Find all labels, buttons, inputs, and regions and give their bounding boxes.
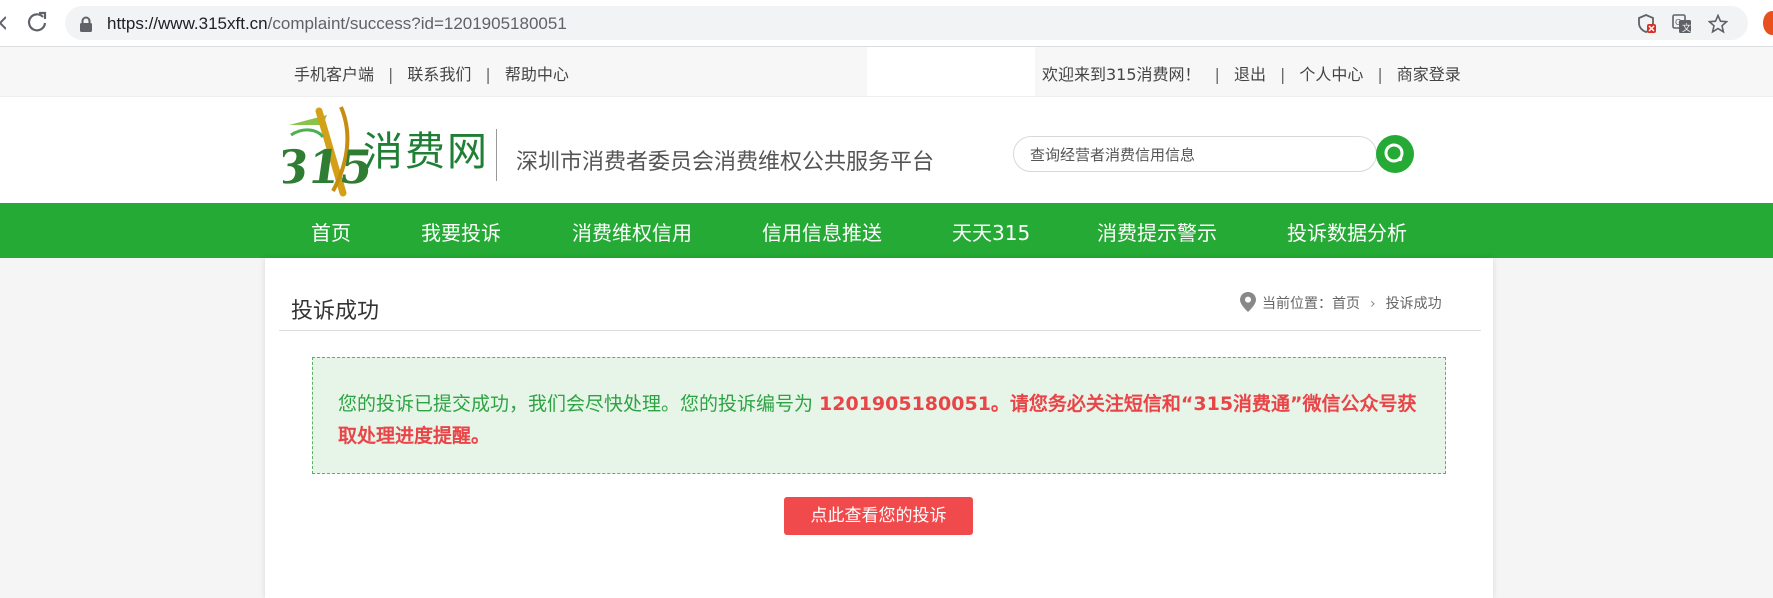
separator: | (1279, 65, 1286, 84)
topbar-right-links: 欢迎来到315消费网！ | 退出 | 个人中心 | 商家登录 (1042, 61, 1461, 85)
profile-avatar-icon[interactable] (1763, 11, 1773, 35)
shield-blocked-icon[interactable] (1637, 14, 1657, 34)
nav-item-warnings[interactable]: 消费提示警示 (1097, 217, 1217, 246)
page-title: 投诉成功 (291, 299, 380, 324)
search-box (1013, 136, 1377, 173)
star-icon[interactable] (1707, 13, 1729, 34)
browser-toolbar: https://www.315xft.cn/complaint/success?… (0, 0, 1773, 47)
separator: | (1377, 65, 1383, 84)
link-merchant-login[interactable]: 商家登录 (1397, 65, 1461, 84)
translate-icon[interactable]: 文 G (1672, 14, 1692, 34)
title-divider (279, 330, 1481, 331)
topbar-gap (867, 47, 1035, 96)
site-slogan: 深圳市消费者委员会消费维权公共服务平台 (516, 150, 935, 175)
nav-item-daily-315[interactable]: 天天315 (952, 217, 1030, 246)
search-icon (1384, 143, 1404, 163)
location-pin-icon (1240, 292, 1256, 316)
link-contact-us[interactable]: 联系我们 (407, 65, 471, 84)
nav-item-data-analysis[interactable]: 投诉数据分析 (1287, 217, 1407, 246)
header-divider (496, 129, 497, 181)
notice-message: 您的投诉已提交成功，我们会尽快处理。您的投诉编号为 1201905180051。… (338, 388, 1428, 452)
search-input[interactable] (1028, 137, 1332, 173)
logo-text: 消费网 (363, 129, 489, 175)
separator: | (1214, 65, 1220, 84)
breadcrumb-home[interactable]: 首页 (1332, 296, 1360, 312)
url-host: https://www.315xft.cn (107, 14, 268, 33)
link-mobile-client[interactable]: 手机客户端 (294, 65, 374, 84)
link-help-center[interactable]: 帮助中心 (505, 65, 569, 84)
view-complaint-button[interactable]: 点此查看您的投诉 (784, 497, 973, 535)
url-path: /complaint/success?id=1201905180051 (267, 14, 567, 33)
welcome-text: 欢迎来到315消费网！ (1042, 65, 1201, 84)
topbar-left-links: 手机客户端 | 联系我们 | 帮助中心 (294, 61, 569, 85)
search-button[interactable] (1376, 135, 1414, 173)
nav-item-rights-credit[interactable]: 消费维权信用 (572, 217, 692, 246)
back-arrow-icon[interactable] (0, 13, 7, 33)
site-header: 315 消费网 深圳市消费者委员会消费维权公共服务平台 (0, 97, 1773, 203)
separator: | (485, 65, 491, 84)
svg-text:G: G (1675, 18, 1681, 27)
main-nav: 首页 我要投诉 消费维权信用 信用信息推送 天天315 消费提示警示 投诉数据分… (0, 203, 1773, 258)
top-links-bar: 手机客户端 | 联系我们 | 帮助中心 欢迎来到315消费网！ | 退出 | 个人中心 | 商家登录 (0, 47, 1773, 97)
link-user-center[interactable]: 个人中心 (1299, 65, 1363, 84)
nav-item-credit-push[interactable]: 信用信息推送 (762, 217, 882, 246)
breadcrumb: 当前位置：首页 › 投诉成功 (1240, 292, 1442, 316)
reload-icon[interactable] (25, 10, 49, 34)
link-logout[interactable]: 退出 (1234, 65, 1266, 84)
nav-item-complain[interactable]: 我要投诉 (421, 217, 501, 246)
url-text[interactable]: https://www.315xft.cn/complaint/success?… (107, 14, 567, 34)
address-bar[interactable]: https://www.315xft.cn/complaint/success?… (65, 6, 1748, 40)
separator: | (388, 65, 394, 84)
breadcrumb-current: 投诉成功 (1385, 296, 1442, 312)
lock-icon (79, 16, 93, 32)
svg-text:文: 文 (1682, 22, 1691, 34)
chevron-right-icon: › (1370, 296, 1376, 312)
content-panel: 投诉成功 当前位置：首页 › 投诉成功 您的投诉已提交成功，我们会尽快处理。您的投诉… (265, 258, 1493, 598)
nav-item-home[interactable]: 首页 (311, 217, 351, 246)
success-notice: 您的投诉已提交成功，我们会尽快处理。您的投诉编号为 1201905180051。… (312, 357, 1446, 474)
breadcrumb-prefix: 当前位置： (1262, 296, 1332, 312)
notice-text-main: 您的投诉已提交成功，我们会尽快处理。您的投诉编号为 (338, 393, 820, 415)
